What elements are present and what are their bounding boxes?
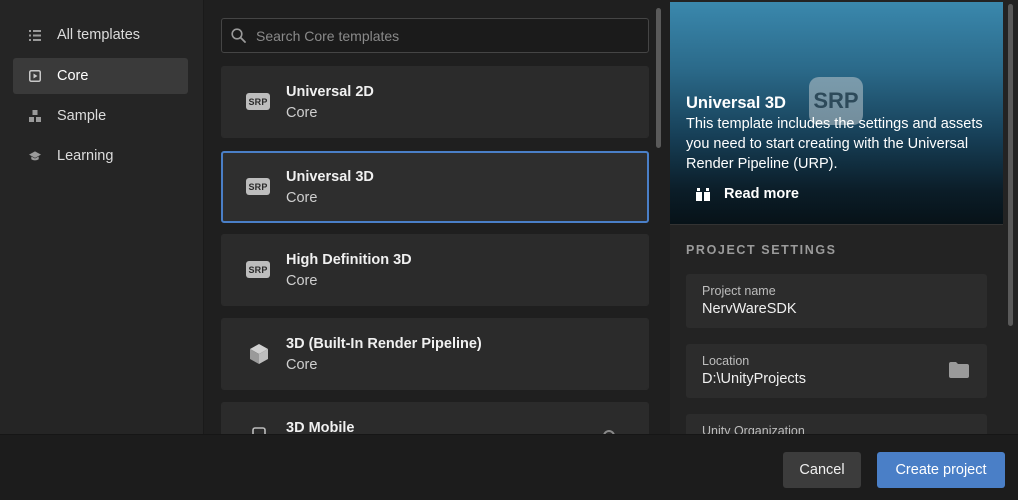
location-label: Location (702, 354, 750, 368)
template-card-universal-3d[interactable]: SRP Universal 3D Core (221, 151, 649, 223)
read-more-link[interactable]: Read more (696, 186, 799, 202)
template-list-scrollbar[interactable] (656, 8, 661, 148)
cube-icon (249, 343, 273, 364)
unity-hub-new-project-dialog: All templates Core Sample Learning Searc… (0, 0, 1018, 500)
location-input[interactable] (702, 371, 932, 387)
location-field[interactable]: Location (686, 344, 987, 398)
organization-label: Unity Organization (702, 424, 805, 434)
details-scrollbar[interactable] (1008, 4, 1013, 326)
list-icon (29, 29, 41, 41)
divider (670, 224, 1003, 225)
template-category: Core (286, 357, 318, 373)
dialog-footer: Cancel Create project (0, 434, 1018, 500)
sidebar-item-label: Learning (57, 148, 114, 164)
template-category: Core (286, 190, 318, 206)
template-preview-banner: SRP Universal 3D This template includes … (670, 2, 1003, 224)
template-title: Universal 2D (286, 84, 374, 100)
sidebar-item-label: Sample (57, 108, 107, 124)
project-name-label: Project name (702, 284, 776, 298)
search-input[interactable] (256, 27, 636, 44)
template-card-universal-2d[interactable]: SRP Universal 2D Core (221, 66, 649, 138)
template-card-3d-mobile[interactable]: 3D Mobile (221, 402, 649, 434)
template-title: Universal 3D (286, 169, 374, 185)
category-sidebar: All templates Core Sample Learning (0, 0, 204, 434)
template-details-panel: SRP Universal 3D This template includes … (670, 0, 1018, 434)
template-card-3d-built-in[interactable]: 3D (Built-In Render Pipeline) Core (221, 318, 649, 390)
read-more-label: Read more (724, 186, 799, 202)
project-name-field[interactable]: Project name (686, 274, 987, 328)
project-name-input[interactable] (702, 301, 932, 317)
sidebar-item-learning[interactable]: Learning (13, 138, 188, 174)
book-icon (696, 187, 710, 201)
sidebar-item-label: All templates (57, 27, 141, 43)
details-description: This template includes the settings and … (686, 116, 983, 172)
template-title: 3D (Built-In Render Pipeline) (286, 336, 482, 352)
sidebar-item-label: Core (57, 68, 89, 84)
sidebar-item-all-templates[interactable]: All templates (13, 17, 188, 53)
phone-icon (252, 427, 276, 434)
template-card-high-definition-3d[interactable]: SRP High Definition 3D Core (221, 234, 649, 306)
create-project-button[interactable]: Create project (877, 452, 1005, 488)
sidebar-item-core[interactable]: Core (13, 58, 188, 94)
search-box[interactable] (221, 18, 649, 53)
search-icon (231, 28, 246, 43)
template-title: 3D Mobile (286, 420, 355, 434)
play-square-icon (29, 70, 41, 82)
graduation-cap-icon (29, 150, 41, 162)
srp-icon: SRP (246, 261, 270, 279)
organization-field[interactable]: Unity Organization (686, 414, 987, 434)
srp-icon: SRP (246, 178, 270, 196)
shapes-icon (29, 110, 41, 122)
cancel-button[interactable]: Cancel (783, 452, 861, 488)
sidebar-item-sample[interactable]: Sample (13, 98, 188, 134)
template-category: Core (286, 105, 318, 121)
template-category: Core (286, 273, 318, 289)
template-title: High Definition 3D (286, 252, 412, 268)
project-settings-heading: PROJECT SETTINGS (686, 243, 837, 257)
folder-icon[interactable] (949, 362, 969, 383)
srp-icon: SRP (246, 93, 270, 111)
details-title: Universal 3D (686, 94, 786, 112)
template-list: SRP Universal 2D Core SRP Universal 3D C… (205, 0, 670, 434)
